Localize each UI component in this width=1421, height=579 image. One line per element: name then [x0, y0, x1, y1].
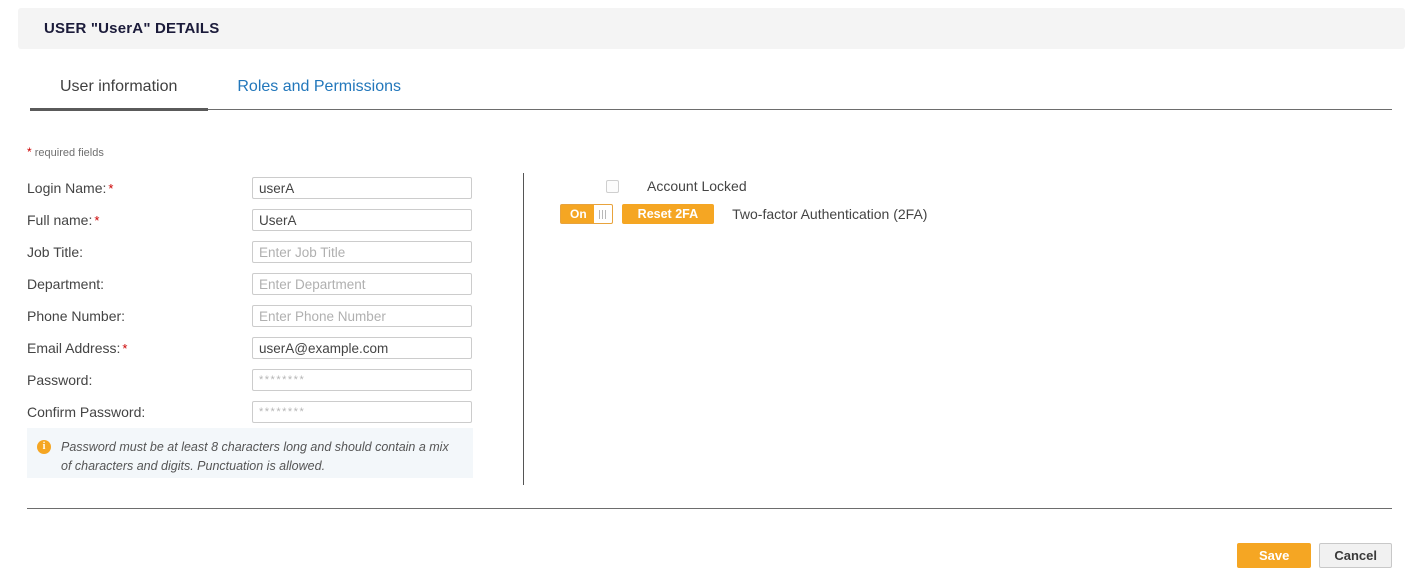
reset-2fa-button[interactable]: Reset 2FA: [622, 204, 714, 224]
required-asterisk-icon: *: [122, 341, 127, 356]
email-address-label-text: Email Address:: [27, 340, 120, 356]
form-row-job-title: Job Title:: [27, 236, 487, 268]
department-input[interactable]: [252, 273, 472, 295]
form-row-password: Password:: [27, 364, 487, 396]
save-button[interactable]: Save: [1237, 543, 1311, 568]
two-factor-toggle[interactable]: On: [560, 204, 613, 224]
cancel-button[interactable]: Cancel: [1319, 543, 1392, 568]
form-row-login-name: Login Name:*: [27, 172, 487, 204]
confirm-password-input[interactable]: [252, 401, 472, 423]
full-name-label-text: Full name:: [27, 212, 92, 228]
full-name-label: Full name:*: [27, 212, 252, 228]
required-asterisk-icon: *: [27, 145, 32, 159]
form-row-confirm-password: Confirm Password:: [27, 396, 487, 428]
phone-number-label: Phone Number:: [27, 308, 252, 324]
user-information-form: Login Name:* Full name:* Job Title: Depa…: [27, 172, 487, 428]
login-name-input[interactable]: [252, 177, 472, 199]
tab-user-information-label: User information: [60, 78, 177, 95]
tab-bar-divider: [208, 109, 1392, 110]
job-title-input[interactable]: [252, 241, 472, 263]
password-label: Password:: [27, 372, 252, 388]
toggle-grip-icon: [594, 205, 612, 223]
page-header-bar: USER "UserA" DETAILS: [18, 8, 1405, 49]
account-locked-row: Account Locked: [560, 172, 1160, 200]
page-title: USER "UserA" DETAILS: [44, 20, 219, 37]
password-input[interactable]: [252, 369, 472, 391]
confirm-password-label: Confirm Password:: [27, 404, 252, 420]
panel-divider: [523, 173, 524, 485]
password-hint-box: i Password must be at least 8 characters…: [27, 428, 473, 478]
phone-number-input[interactable]: [252, 305, 472, 327]
department-label: Department:: [27, 276, 252, 292]
password-hint-text: Password must be at least 8 characters l…: [61, 438, 461, 476]
two-factor-toggle-label: On: [561, 207, 594, 221]
tab-bar: User information Roles and Permissions: [30, 72, 431, 106]
job-title-label: Job Title:: [27, 244, 252, 260]
form-row-email-address: Email Address:*: [27, 332, 487, 364]
active-tab-indicator: [30, 108, 208, 111]
required-fields-note-label: required fields: [35, 147, 104, 159]
email-address-label: Email Address:*: [27, 340, 252, 356]
account-locked-checkbox[interactable]: [606, 180, 619, 193]
email-address-input[interactable]: [252, 337, 472, 359]
form-row-full-name: Full name:*: [27, 204, 487, 236]
tab-user-information[interactable]: User information: [30, 72, 207, 106]
footer-divider: [27, 508, 1392, 509]
two-factor-label: Two-factor Authentication (2FA): [732, 206, 927, 222]
tab-roles-and-permissions-label: Roles and Permissions: [237, 78, 401, 95]
account-locked-label: Account Locked: [647, 178, 747, 194]
full-name-input[interactable]: [252, 209, 472, 231]
info-icon: i: [37, 440, 51, 454]
login-name-label-text: Login Name:: [27, 180, 106, 196]
form-row-department: Department:: [27, 268, 487, 300]
form-actions: Save Cancel: [1237, 543, 1392, 568]
required-asterisk-icon: *: [94, 213, 99, 228]
tab-roles-and-permissions[interactable]: Roles and Permissions: [207, 72, 431, 106]
login-name-label: Login Name:*: [27, 180, 252, 196]
required-fields-note: * required fields: [27, 145, 104, 159]
two-factor-row: On Reset 2FA Two-factor Authentication (…: [560, 200, 1160, 228]
form-row-phone-number: Phone Number:: [27, 300, 487, 332]
account-settings-panel: Account Locked On Reset 2FA Two-factor A…: [560, 172, 1160, 228]
required-asterisk-icon: *: [108, 181, 113, 196]
